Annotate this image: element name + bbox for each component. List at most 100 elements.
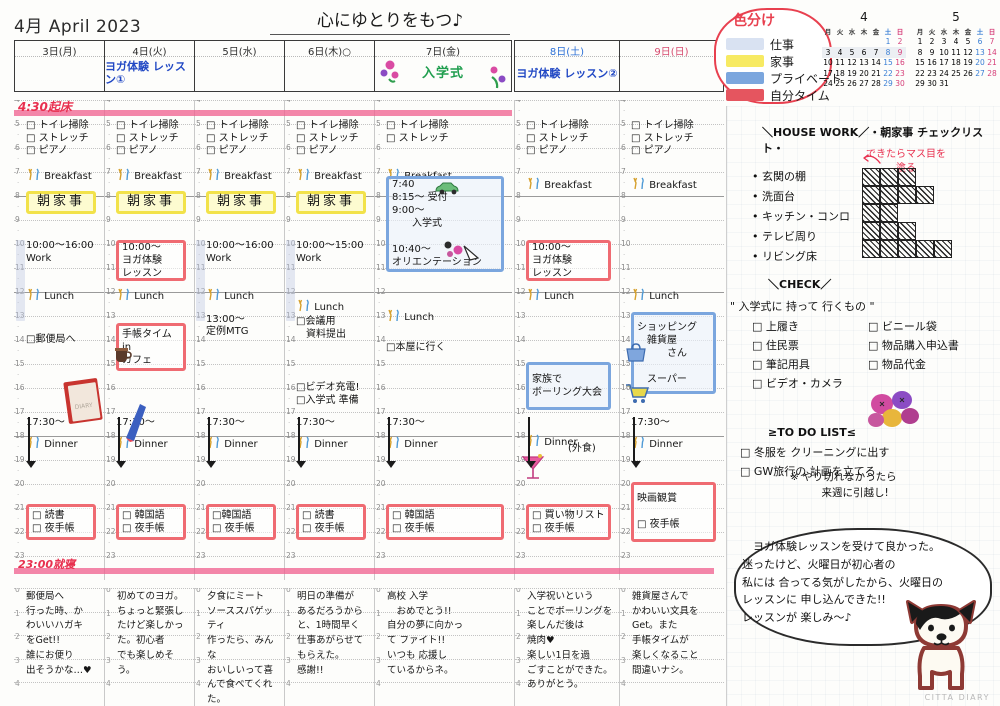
schedule-entry[interactable]: 朝家事: [206, 191, 276, 214]
mini-day-cell[interactable]: 7: [986, 37, 998, 48]
mini-day-cell[interactable]: 15: [914, 58, 926, 69]
day-memo-6[interactable]: 0 1 2 3 4 入学祝いという ことでボーリングを 楽しんだ後は 焼肉♥ 楽しい1日を…: [514, 588, 619, 706]
mini-calendar-5[interactable]: 5 月火水木金土日 1 2 3 4 5 6 7 8 9 10 11 12 13 14 15 16 17 18 19 20 2…: [914, 10, 998, 89]
todo-item-1[interactable]: □ 冬服を クリーニングに出す: [740, 444, 889, 461]
schedule-entry[interactable]: □郵便局へ: [26, 334, 100, 347]
mini-day-cell[interactable]: 23: [926, 68, 938, 79]
housework-cell-r2c1[interactable]: [862, 186, 880, 204]
check-left-item-2[interactable]: □ 住民票: [752, 337, 799, 354]
mini-day-cell[interactable]: 18: [834, 68, 846, 79]
day-memo-5[interactable]: 0 1 2 3 4 高校 入学 おめでとう!! 自分の夢に向かっ て ファイト!! いつも…: [374, 588, 512, 706]
mini-day-cell[interactable]: 6: [858, 47, 870, 58]
schedule-entry[interactable]: □ トイレ掃除 □ ストレッチ □ ピアノ: [206, 120, 280, 158]
schedule-entry[interactable]: Lunch: [631, 288, 720, 304]
schedule-entry[interactable]: 10:00～16:00 Work: [206, 240, 280, 265]
mini-day-cell[interactable]: 11: [834, 58, 846, 69]
day-memo-2[interactable]: 0 1 2 3 4 初めてのヨガ。 ちょっと緊張し たけど楽しかっ た。初心者 でも楽しめ…: [104, 588, 194, 706]
schedule-entry[interactable]: Breakfast: [116, 168, 190, 184]
mini-day-cell[interactable]: 9: [894, 47, 906, 58]
schedule-entry[interactable]: 10:00～ ヨガ体験 レッスン: [526, 240, 611, 282]
day-memo-3[interactable]: 0 1 2 3 4 夕食にミート ソーススパゲッティ 作ったら、みんな おいしいって喜 ん…: [194, 588, 284, 706]
day-memo-7[interactable]: 0 1 2 3 4 雑貨屋さんで かわいい文具を Get。また 手帳タイムが 楽しくなるこ…: [619, 588, 724, 706]
housework-cell-r4c1[interactable]: [862, 222, 880, 240]
schedule-entry[interactable]: Breakfast: [526, 177, 615, 193]
mini-day-cell[interactable]: 19: [846, 68, 858, 79]
mini-day-cell[interactable]: 28: [870, 79, 882, 90]
mini-day-cell[interactable]: 16: [894, 58, 906, 69]
mini-day-cell[interactable]: 31: [938, 79, 950, 90]
mini-day-cell[interactable]: 19: [962, 58, 974, 69]
mini-day-cell[interactable]: [870, 37, 882, 48]
mini-day-cell[interactable]: 29: [882, 79, 894, 90]
housework-cell-r4c5[interactable]: [934, 222, 952, 240]
mini-day-cell[interactable]: [846, 37, 858, 48]
mini-day-cell[interactable]: 10: [938, 47, 950, 58]
mini-day-cell[interactable]: 26: [846, 79, 858, 90]
schedule-entry[interactable]: □ 韓国語 □ 夜手帳: [116, 504, 186, 541]
housework-cell-r4c3[interactable]: [898, 222, 916, 240]
housework-cell-r3c2[interactable]: [880, 204, 898, 222]
mini-day-cell[interactable]: 12: [846, 58, 858, 69]
day-header-1[interactable]: 3日(月): [14, 40, 104, 92]
check-right-item-3[interactable]: □ 物品代金: [868, 356, 926, 373]
schedule-entry[interactable]: 家族で ボーリング大会: [526, 361, 611, 410]
mini-day-cell[interactable]: 24: [938, 68, 950, 79]
housework-cell-r2c2[interactable]: [880, 186, 898, 204]
schedule-entry[interactable]: □ 買い物リスト □ 夜手帳: [526, 504, 611, 541]
schedule-entry[interactable]: 朝家事: [116, 191, 186, 214]
day-header-7[interactable]: 9日(日): [619, 40, 724, 92]
mini-day-cell[interactable]: 20: [974, 58, 986, 69]
mini-day-cell[interactable]: 29: [914, 79, 926, 90]
mini-day-cell[interactable]: [974, 79, 986, 90]
mini-day-cell[interactable]: 8: [914, 47, 926, 58]
schedule-entry[interactable]: □ 読書 □ 夜手帳: [296, 504, 366, 541]
mini-day-cell[interactable]: 1: [914, 37, 926, 48]
mini-day-cell[interactable]: 1: [882, 37, 894, 48]
schedule-entry[interactable]: Dinner: [386, 436, 508, 452]
housework-grid[interactable]: [862, 168, 952, 258]
schedule-entry[interactable]: 朝家事: [26, 191, 96, 214]
schedule-entry[interactable]: □ トイレ掃除 □ ストレッチ □ ピアノ: [296, 120, 370, 158]
check-left-item-4[interactable]: □ ビデオ・カメラ: [752, 375, 843, 392]
mini-day-cell[interactable]: 27: [974, 68, 986, 79]
mini-day-cell[interactable]: 10: [822, 58, 834, 69]
housework-cell-r3c4[interactable]: [916, 204, 934, 222]
schedule-entry[interactable]: Lunch: [206, 288, 280, 304]
day-header-6[interactable]: 8日(土) ヨガ体験 レッスン②: [514, 40, 619, 92]
schedule-entry[interactable]: □ トイレ掃除 □ ストレッチ □ ピアノ: [116, 120, 190, 158]
schedule-entry[interactable]: 10:00～ ヨガ体験 レッスン: [116, 240, 186, 282]
housework-cell-r4c4[interactable]: [916, 222, 934, 240]
housework-cell-r4c2[interactable]: [880, 222, 898, 240]
check-left-item-1[interactable]: □ 上履き: [752, 318, 799, 335]
mini-day-cell[interactable]: 4: [950, 37, 962, 48]
mini-day-cell[interactable]: 25: [950, 68, 962, 79]
mini-day-cell[interactable]: 26: [962, 68, 974, 79]
mini-day-cell[interactable]: 12: [962, 47, 974, 58]
day-header-2[interactable]: 4日(火) ヨガ体験 レッスン①: [104, 40, 194, 92]
schedule-entry[interactable]: □ トイレ掃除 □ ストレッチ □ ピアノ: [26, 120, 100, 158]
mini-day-cell[interactable]: 3: [822, 47, 834, 58]
housework-cell-r5c5[interactable]: [934, 240, 952, 258]
schedule-entry[interactable]: Dinner: [296, 436, 370, 452]
schedule-entry[interactable]: Lunch: [526, 288, 615, 304]
schedule-entry[interactable]: □会議用 資料提出: [296, 316, 370, 341]
schedule-entry[interactable]: Lunch: [26, 288, 100, 304]
mini-day-cell[interactable]: 30: [926, 79, 938, 90]
schedule-entry[interactable]: 13:00～ 定例MTG: [206, 314, 280, 339]
schedule-entry[interactable]: Breakfast: [631, 177, 720, 193]
schedule-entry[interactable]: Breakfast: [26, 168, 100, 184]
mini-day-cell[interactable]: 5: [846, 47, 858, 58]
housework-cell-r2c3[interactable]: [898, 186, 916, 204]
schedule-entry[interactable]: Breakfast: [296, 168, 370, 184]
schedule-entry[interactable]: Lunch: [386, 309, 508, 325]
mini-day-cell[interactable]: 30: [894, 79, 906, 90]
housework-cell-r3c3[interactable]: [898, 204, 916, 222]
day-header-3[interactable]: 5日(水): [194, 40, 284, 92]
schedule-entry[interactable]: □ トイレ掃除 □ ストレッチ: [386, 120, 508, 145]
check-left-item-3[interactable]: □ 筆記用具: [752, 356, 810, 373]
housework-cell-r5c4[interactable]: [916, 240, 934, 258]
mini-day-cell[interactable]: 9: [926, 47, 938, 58]
mini-day-cell[interactable]: 8: [882, 47, 894, 58]
check-right-item-2[interactable]: □ 物品購入申込書: [868, 337, 959, 354]
mini-day-cell[interactable]: 11: [950, 47, 962, 58]
